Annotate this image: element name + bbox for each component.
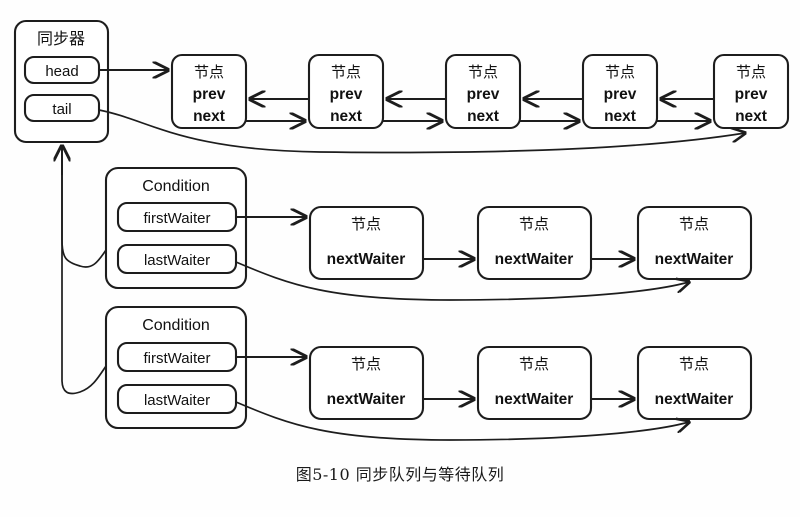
sync-node-title: 节点 bbox=[468, 63, 498, 81]
figure-caption: 图5-10 同步队列与等待队列 bbox=[295, 465, 505, 484]
waiter-node-1-1: 节点 nextWaiter bbox=[308, 205, 425, 281]
sync-node-5: 节点 prev next bbox=[712, 53, 790, 130]
sync-node-4: 节点 prev next bbox=[581, 53, 659, 130]
condition-1-first-waiter-slot: firstWaiter bbox=[116, 201, 238, 233]
condition-box-2: Condition firstWaiter lastWaiter bbox=[104, 305, 248, 430]
sync-node-prev: prev bbox=[735, 86, 768, 103]
waiter-node-title: 节点 bbox=[519, 215, 549, 233]
condition-2-first-waiter-slot: firstWaiter bbox=[116, 341, 238, 373]
synchronizer-box: 同步器 head tail bbox=[13, 19, 110, 144]
tail-label: tail bbox=[52, 101, 71, 118]
sync-node-prev: prev bbox=[330, 86, 363, 103]
synchronizer-field-tail: tail bbox=[23, 93, 101, 123]
waiter-node-next-waiter: nextWaiter bbox=[655, 251, 734, 268]
waiter-node-next-waiter: nextWaiter bbox=[495, 391, 574, 408]
edge-condition1-to-synchronizer bbox=[61, 148, 107, 268]
synchronizer-field-head: head bbox=[23, 55, 101, 85]
sync-node-prev: prev bbox=[193, 86, 226, 103]
condition-box-1: Condition firstWaiter lastWaiter bbox=[104, 166, 248, 290]
condition-1-last-waiter-slot: lastWaiter bbox=[116, 243, 238, 275]
first-waiter-label: firstWaiter bbox=[144, 210, 211, 227]
sync-node-prev: prev bbox=[604, 86, 637, 103]
sync-node-3: 节点 prev next bbox=[444, 53, 522, 130]
sync-node-next: next bbox=[467, 108, 499, 125]
first-waiter-label: firstWaiter bbox=[144, 350, 211, 367]
figure-canvas: 同步器 head tail 节点 prev next 节点 prev next bbox=[0, 0, 800, 517]
sync-node-title: 节点 bbox=[605, 63, 635, 81]
sync-node-2: 节点 prev next bbox=[307, 53, 385, 130]
waiter-node-2-2: 节点 nextWaiter bbox=[476, 345, 593, 421]
waiter-node-2-1: 节点 nextWaiter bbox=[308, 345, 425, 421]
waiter-node-1-2: 节点 nextWaiter bbox=[476, 205, 593, 281]
waiter-node-title: 节点 bbox=[351, 215, 381, 233]
waiter-node-2-3: 节点 nextWaiter bbox=[636, 345, 753, 421]
condition-title: Condition bbox=[142, 178, 210, 195]
waiter-node-title: 节点 bbox=[351, 355, 381, 373]
waiter-node-next-waiter: nextWaiter bbox=[495, 251, 574, 268]
waiter-node-1-3: 节点 nextWaiter bbox=[636, 205, 753, 281]
last-waiter-label: lastWaiter bbox=[144, 252, 210, 269]
sync-node-next: next bbox=[604, 108, 636, 125]
diagram-svg: 同步器 head tail 节点 prev next 节点 prev next bbox=[13, 19, 790, 441]
condition-2-last-waiter-slot: lastWaiter bbox=[116, 383, 238, 415]
waiter-node-next-waiter: nextWaiter bbox=[655, 391, 734, 408]
sync-node-title: 节点 bbox=[194, 63, 224, 81]
waiter-node-next-waiter: nextWaiter bbox=[327, 251, 406, 268]
waiter-node-title: 节点 bbox=[519, 355, 549, 373]
waiter-node-title: 节点 bbox=[679, 355, 709, 373]
synchronizer-title: 同步器 bbox=[37, 29, 85, 48]
edge-c2-lastwaiter-to-waiter3 bbox=[235, 401, 689, 441]
waiter-node-next-waiter: nextWaiter bbox=[327, 391, 406, 408]
sync-node-next: next bbox=[735, 108, 767, 125]
last-waiter-label: lastWaiter bbox=[144, 392, 210, 409]
edge-c1-lastwaiter-to-waiter3 bbox=[235, 261, 689, 301]
head-label: head bbox=[45, 63, 78, 80]
sync-node-next: next bbox=[193, 108, 225, 125]
sync-node-1: 节点 prev next bbox=[170, 53, 248, 130]
condition-title: Condition bbox=[142, 317, 210, 334]
waiter-node-title: 节点 bbox=[679, 215, 709, 233]
sync-node-next: next bbox=[330, 108, 362, 125]
edge-condition2-to-synchronizer bbox=[61, 148, 107, 395]
sync-node-title: 节点 bbox=[736, 63, 766, 81]
sync-node-prev: prev bbox=[467, 86, 500, 103]
sync-node-title: 节点 bbox=[331, 63, 361, 81]
